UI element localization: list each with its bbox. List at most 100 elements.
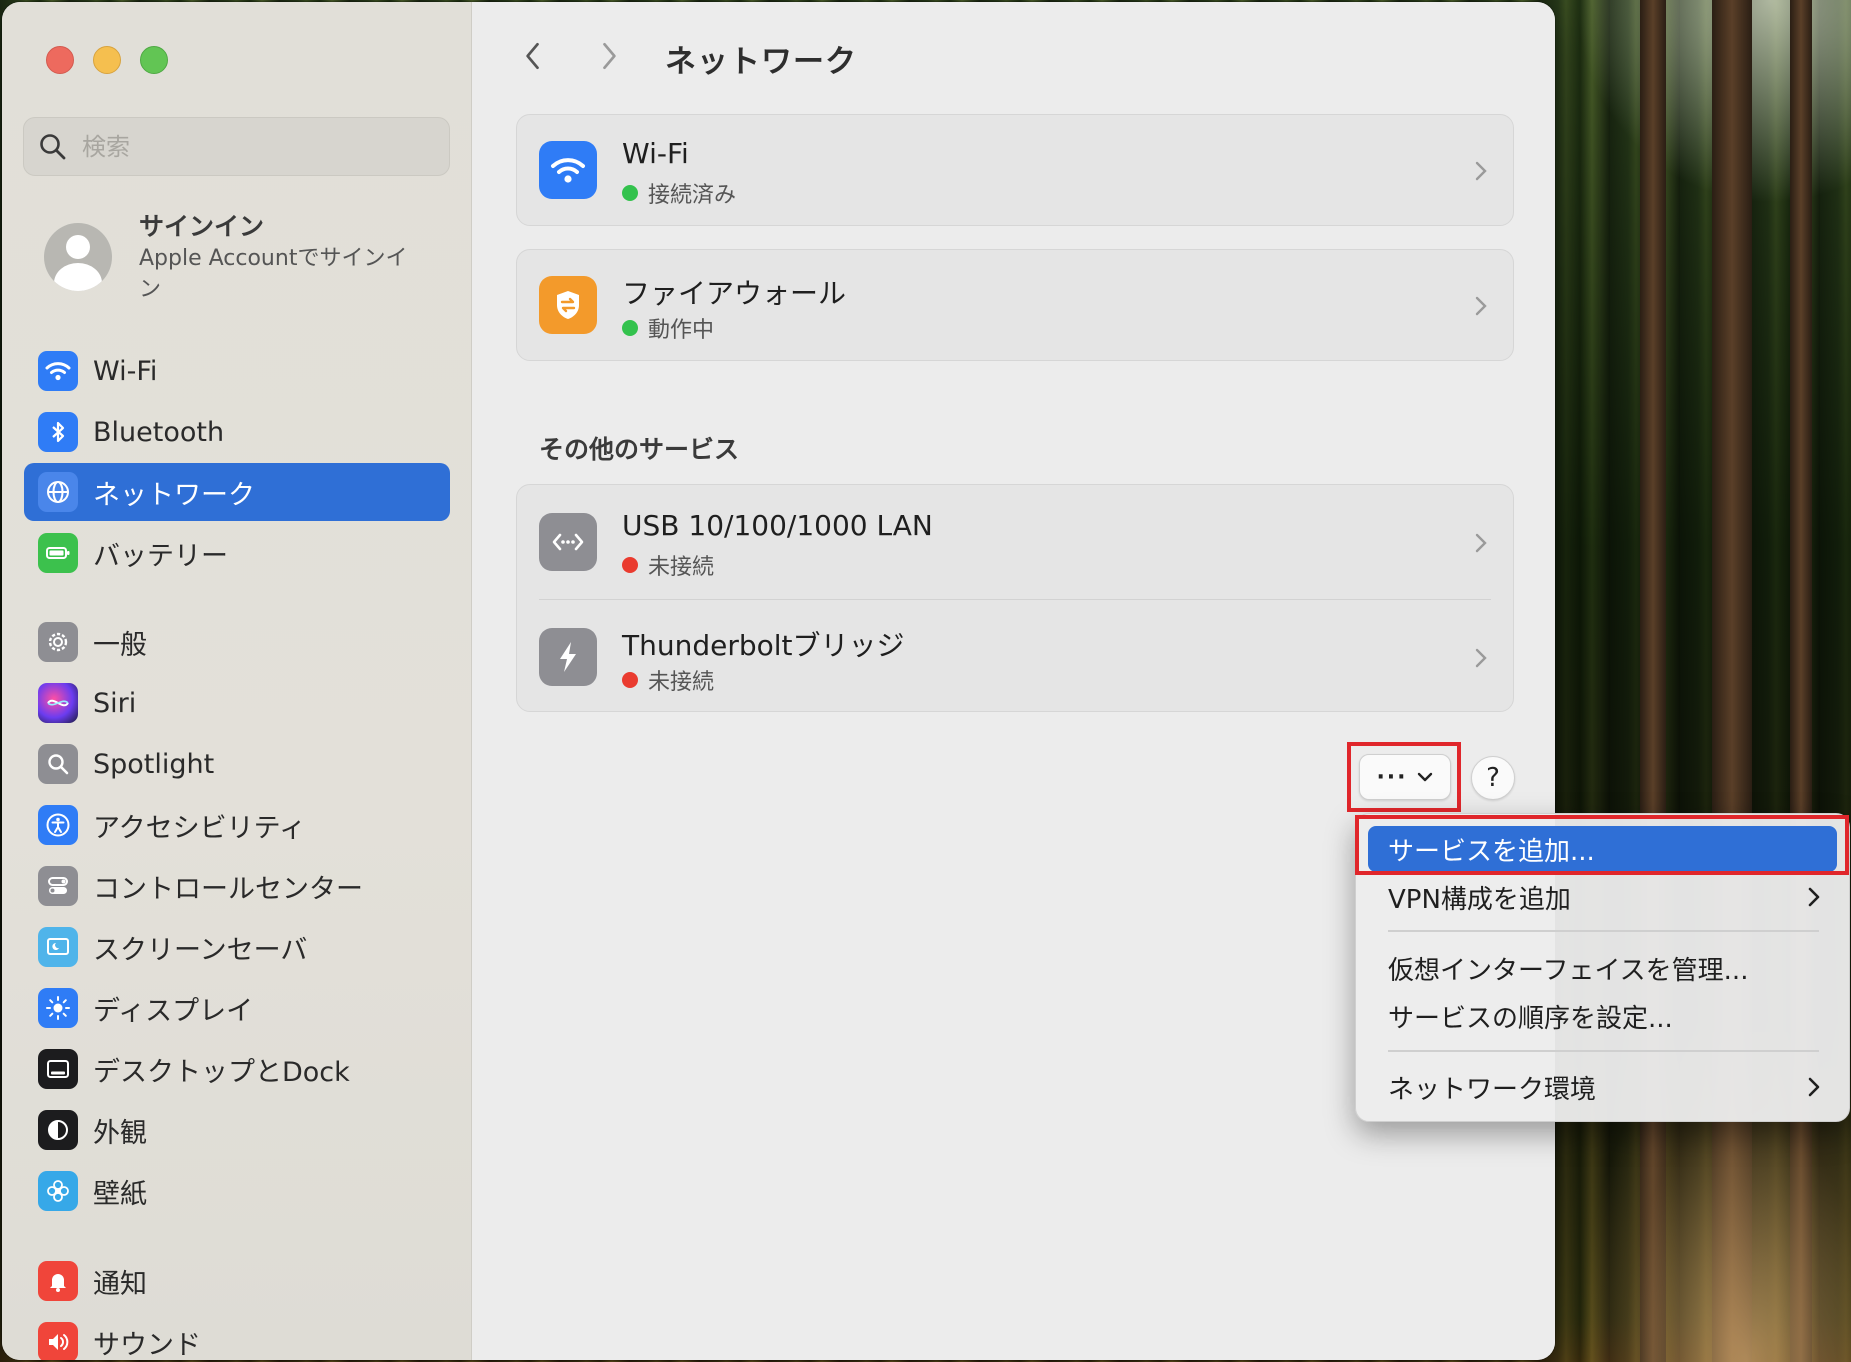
sidebar-item-label: Wi-Fi (93, 355, 158, 387)
other-services-card: USB 10/100/1000 LAN 未接続 Thunderboltブリッジ … (516, 484, 1514, 712)
sidebar-item-label: デスクトップとDock (93, 1056, 350, 1088)
sidebar-item-label: 一般 (93, 629, 147, 661)
chevron-right-icon (603, 42, 616, 70)
sidebar-item-wifi[interactable]: Wi-Fi (24, 342, 450, 400)
sidebar-item-label: 壁紙 (93, 1178, 147, 1210)
sidebar-item-label: バッテリー (93, 540, 228, 572)
dock-icon (38, 1049, 78, 1089)
service-status-text: 未接続 (648, 670, 715, 695)
screensaver-icon (38, 927, 78, 967)
menu-item-label: サービスの順序を設定... (1388, 1003, 1673, 1034)
service-name: USB 10/100/1000 LAN (622, 509, 933, 542)
firewall-service-card[interactable]: ファイアウォール 動作中 (516, 249, 1514, 361)
menu-item-set-service-order[interactable]: サービスの順序を設定... (1368, 993, 1837, 1039)
gear-icon (38, 622, 78, 662)
search-input[interactable] (80, 131, 414, 162)
sidebar-item-sound[interactable]: サウンド (24, 1313, 450, 1360)
magnifier-icon (38, 744, 78, 784)
sidebar-item-label: スクリーンセーバ (93, 934, 308, 966)
chevron-right-icon (1808, 1077, 1820, 1097)
sidebar-item-screensaver[interactable]: スクリーンセーバ (24, 918, 450, 976)
accessibility-icon (38, 805, 78, 845)
status-dot-green (622, 320, 638, 336)
globe-icon (38, 472, 78, 512)
wifi-icon (539, 141, 597, 199)
chevron-right-icon (1475, 533, 1487, 553)
sidebar-item-display[interactable]: ディスプレイ (24, 979, 450, 1037)
zoom-window-button[interactable] (140, 46, 168, 74)
service-row-firewall[interactable]: ファイアウォール 動作中 (517, 250, 1513, 362)
sidebar-item-notifications[interactable]: 通知 (24, 1252, 450, 1310)
menu-item-add-vpn[interactable]: VPN構成を追加 (1368, 874, 1837, 920)
wifi-icon (38, 351, 78, 391)
search-icon (40, 133, 66, 159)
other-services-heading: その他のサービス (539, 435, 740, 464)
ethernet-icon (539, 513, 597, 571)
service-status: 未接続 (622, 549, 714, 581)
close-window-button[interactable] (46, 46, 74, 74)
sidebar-item-desktop-dock[interactable]: デスクトップとDock (24, 1040, 450, 1098)
sidebar-item-battery[interactable]: バッテリー (24, 524, 450, 582)
bluetooth-icon (38, 412, 78, 452)
menu-item-network-location[interactable]: ネットワーク環境 (1368, 1064, 1837, 1110)
row-divider (539, 599, 1491, 600)
status-dot-red (622, 557, 638, 573)
toolbar: ネットワーク (472, 2, 1555, 102)
sidebar-search[interactable] (23, 117, 450, 176)
sidebar-item-network[interactable]: ネットワーク (24, 463, 450, 521)
sidebar-item-label: Bluetooth (93, 416, 225, 448)
sidebar-item-label: Siri (93, 687, 137, 719)
chevron-right-icon (1475, 161, 1487, 181)
wallpaper-icon (38, 1171, 78, 1211)
system-settings-window: サインイン Apple Accountでサインイン Wi-Fi Bluetoot… (2, 2, 1555, 1360)
battery-icon (38, 533, 78, 573)
wifi-service-card[interactable]: Wi-Fi 接続済み (516, 114, 1514, 226)
chevron-right-icon (1475, 296, 1487, 316)
sidebar-item-appearance[interactable]: 外観 (24, 1101, 450, 1159)
appearance-icon (38, 1110, 78, 1150)
service-name: Thunderboltブリッジ (622, 629, 905, 662)
menu-item-manage-virtual-interfaces[interactable]: 仮想インターフェイスを管理... (1368, 945, 1837, 991)
sidebar-item-general[interactable]: 一般 (24, 613, 450, 671)
chevron-left-icon (526, 42, 539, 70)
status-dot-red (622, 672, 638, 688)
back-button[interactable] (516, 36, 550, 76)
avatar-icon (44, 223, 112, 291)
menu-item-label: 仮想インターフェイスを管理... (1388, 955, 1749, 986)
service-status-text: 未接続 (648, 555, 715, 580)
sidebar-item-control-center[interactable]: コントロールセンター (24, 857, 450, 915)
service-row-usb-lan[interactable]: USB 10/100/1000 LAN 未接続 (517, 487, 1513, 599)
service-row-wifi[interactable]: Wi-Fi 接続済み (517, 115, 1513, 227)
sidebar-item-wallpaper[interactable]: 壁紙 (24, 1162, 450, 1220)
service-status-text: 接続済み (648, 183, 737, 208)
sidebar-item-spotlight[interactable]: Spotlight (24, 735, 450, 793)
sidebar-item-siri[interactable]: Siri (24, 674, 450, 732)
main-content: ネットワーク Wi-Fi 接続済み ファイアウォール 動作中 その他のサービス … (472, 2, 1555, 1360)
chevron-right-icon (1808, 887, 1820, 907)
sidebar-item-bluetooth[interactable]: Bluetooth (24, 403, 450, 461)
menu-separator (1388, 930, 1819, 932)
forward-button[interactable] (592, 36, 626, 76)
status-dot-green (622, 185, 638, 201)
sidebar-item-accessibility[interactable]: アクセシビリティ (24, 796, 450, 854)
service-status-text: 動作中 (648, 318, 715, 343)
sidebar-item-label: 通知 (93, 1268, 147, 1300)
bell-icon (38, 1261, 78, 1301)
service-name: Wi-Fi (622, 137, 689, 170)
sidebar: サインイン Apple Accountでサインイン Wi-Fi Bluetoot… (2, 2, 472, 1360)
window-controls (46, 46, 168, 74)
sidebar-item-label: Spotlight (93, 748, 215, 780)
firewall-shield-icon (539, 276, 597, 334)
account-signin[interactable]: サインイン Apple Accountでサインイン (44, 207, 444, 307)
siri-icon (38, 683, 78, 723)
sidebar-item-label: 外観 (93, 1117, 147, 1149)
sidebar-item-label: ネットワーク (93, 479, 255, 511)
help-button[interactable]: ? (1471, 756, 1515, 800)
minimize-window-button[interactable] (93, 46, 121, 74)
menu-item-label: VPN構成を追加 (1388, 884, 1571, 915)
service-row-thunderbolt-bridge[interactable]: Thunderboltブリッジ 未接続 (517, 602, 1513, 714)
annotation-highlight-box (1347, 742, 1461, 812)
sidebar-item-label: ディスプレイ (93, 995, 254, 1027)
service-status: 未接続 (622, 664, 714, 696)
service-status: 動作中 (622, 312, 714, 344)
